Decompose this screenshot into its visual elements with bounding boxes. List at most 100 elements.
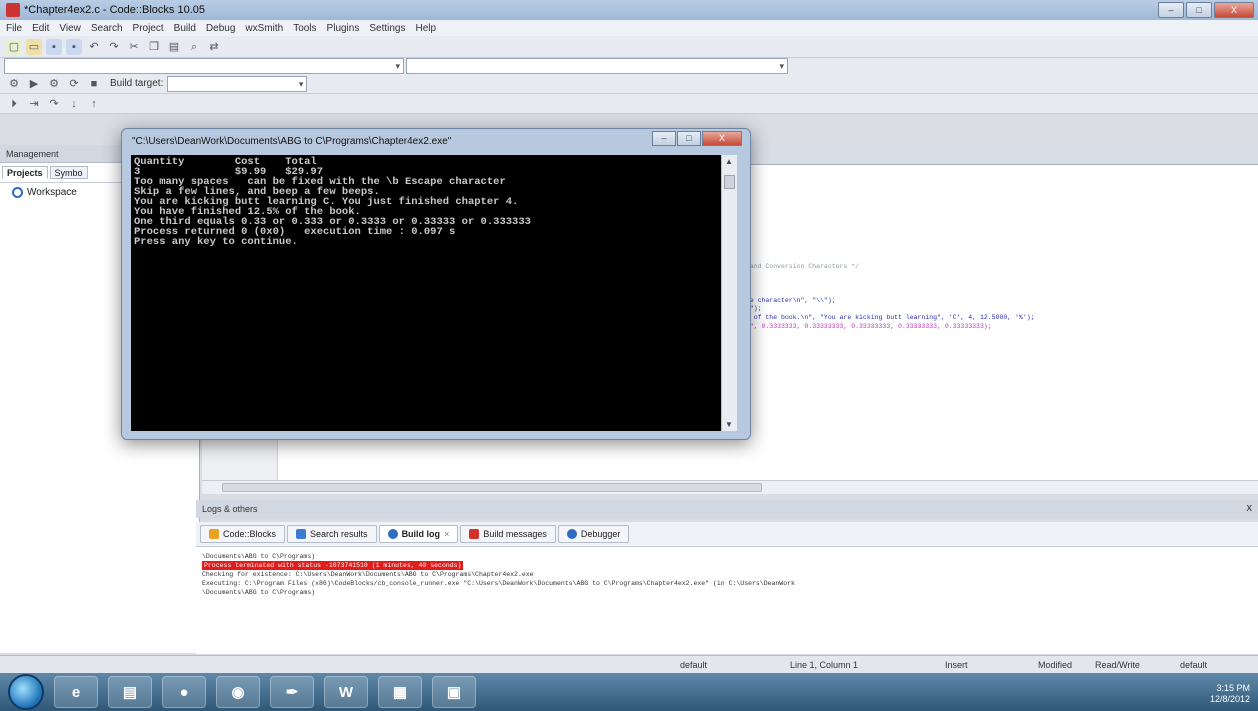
find-icon[interactable]: ⌕ (186, 39, 202, 55)
step-into-icon[interactable]: ↓ (66, 96, 82, 112)
step-out-icon[interactable]: ↑ (86, 96, 102, 112)
scope-combo[interactable]: ▾ (4, 58, 404, 74)
open-folder-icon[interactable]: ▭ (26, 38, 42, 55)
copy-icon[interactable]: ❐ (146, 39, 162, 55)
tab-label: Build messages (483, 529, 547, 539)
tab-build-messages[interactable]: Build messages (460, 525, 556, 543)
menu-plugins[interactable]: Plugins (327, 23, 360, 34)
menu-search[interactable]: Search (91, 23, 123, 34)
minimize-button[interactable]: – (1158, 2, 1184, 18)
logs-close-icon[interactable]: x (1247, 502, 1253, 514)
cut-icon[interactable]: ✂ (126, 39, 142, 55)
menu-file[interactable]: File (6, 23, 22, 34)
console-output: Quantity Cost Total 3 $9.99 $29.97 Too man… (131, 155, 721, 431)
log-line: \Documents\ABG to C\Programs) (202, 589, 316, 596)
log-line: Executing: C:\Program Files (x86)\CodeBl… (202, 580, 795, 587)
code-line: , and Conversion Characters */ (742, 263, 860, 270)
menu-wxsmith[interactable]: wxSmith (245, 23, 283, 34)
window-title: *Chapter4ex2.c - Code::Blocks 10.05 (24, 4, 205, 16)
logs-title: Logs & others (202, 504, 258, 514)
step-over-icon[interactable]: ↷ (46, 96, 62, 112)
close-tab-icon[interactable]: × (444, 529, 449, 539)
taskbar-console[interactable]: ▣ (432, 676, 476, 708)
tab-label: Search results (310, 529, 368, 539)
scroll-up-icon[interactable]: ▲ (725, 157, 733, 166)
scroll-down-icon[interactable]: ▼ (725, 420, 733, 429)
build-settings-icon[interactable]: ⚙ (6, 76, 22, 92)
system-tray-clock[interactable]: 3:15 PM 12/8/2012 (1210, 683, 1250, 705)
taskbar-chrome[interactable]: ◉ (216, 676, 260, 708)
console-window[interactable]: "C:\Users\DeanWork\Documents\ABG to C\Pr… (121, 128, 751, 440)
log-line: Checking for existence: C:\Users\DeanWor… (202, 571, 534, 578)
paste-icon[interactable]: ▤ (166, 39, 182, 55)
tab-search-results[interactable]: Search results (287, 525, 377, 543)
run-to-cursor-icon[interactable]: ⇥ (26, 96, 42, 112)
menu-settings[interactable]: Settings (369, 23, 405, 34)
editor-horizontal-scrollbar[interactable] (202, 480, 1258, 494)
menu-debug[interactable]: Debug (206, 23, 235, 34)
search-icon (296, 529, 307, 539)
close-button[interactable]: X (1214, 2, 1254, 18)
menu-help[interactable]: Help (416, 23, 437, 34)
build-run-icon[interactable]: ⚙ (46, 76, 62, 92)
new-file-icon[interactable]: ▢ (6, 38, 22, 55)
console-minimize-button[interactable]: – (652, 131, 676, 146)
taskbar-media[interactable]: ● (162, 676, 206, 708)
taskbar-ie[interactable]: e (54, 676, 98, 708)
workspace-icon (12, 187, 23, 198)
menu-view[interactable]: View (59, 23, 81, 34)
menu-build[interactable]: Build (174, 23, 196, 34)
console-close-button[interactable]: X (702, 131, 742, 146)
console-title-bar[interactable]: "C:\Users\DeanWork\Documents\ABG to C\Pr… (122, 129, 750, 153)
status-encoding: default (680, 660, 708, 670)
redo-icon[interactable]: ↷ (106, 39, 122, 55)
clock-date: 12/8/2012 (1209, 694, 1250, 704)
status-profile: default (1180, 660, 1208, 670)
build-target-select[interactable]: ▾ (167, 75, 308, 92)
console-scrollbar-thumb[interactable] (724, 175, 735, 189)
save-all-icon[interactable]: ▪ (66, 38, 82, 55)
debug-icon[interactable]: ⏵ (6, 96, 22, 112)
tab-projects[interactable]: Projects (2, 166, 48, 179)
status-position: Line 1, Column 1 (790, 660, 859, 670)
console-maximize-button[interactable]: □ (677, 131, 701, 146)
build-toolbar: ⚙ ▶ ⚙ ⟳ ■ Build target: ▾ (0, 74, 1258, 94)
menu-bar: File Edit View Search Project Build Debu… (0, 20, 1258, 36)
save-icon[interactable]: ▪ (46, 38, 62, 55)
menu-edit[interactable]: Edit (32, 23, 49, 34)
menu-project[interactable]: Project (133, 23, 164, 34)
taskbar-word[interactable]: W (324, 676, 368, 708)
status-modified: Modified (1038, 660, 1073, 670)
tab-debugger[interactable]: Debugger (557, 525, 630, 543)
scrollbar-thumb[interactable] (222, 483, 762, 492)
tab-codeblocks[interactable]: Code::Blocks (200, 525, 286, 543)
code-completion-bar: ▾ ▾ (0, 58, 1258, 74)
function-combo[interactable]: ▾ (406, 58, 788, 74)
tab-build-log[interactable]: Build log × (378, 525, 459, 543)
maximize-button[interactable]: □ (1186, 2, 1212, 18)
taskbar-explorer[interactable]: ▤ (108, 676, 152, 708)
code-line: he of the book.\n", "You are kicking but… (742, 314, 1035, 321)
taskbar-app[interactable]: ✒ (270, 676, 314, 708)
tab-label: Build log (401, 529, 441, 539)
taskbar-codeblocks[interactable]: ▦ (378, 676, 422, 708)
abort-icon[interactable]: ■ (86, 76, 102, 92)
main-title-bar: *Chapter4ex2.c - Code::Blocks 10.05 – □ … (0, 0, 1258, 20)
undo-icon[interactable]: ↶ (86, 39, 102, 55)
rebuild-icon[interactable]: ⟳ (66, 76, 82, 92)
codeblocks-app-icon (6, 3, 20, 17)
console-vertical-scrollbar[interactable]: ▲ ▼ (721, 155, 737, 431)
status-readwrite: Read/Write (1095, 660, 1140, 670)
build-messages-icon (469, 529, 480, 539)
tab-symbols[interactable]: Symbo (49, 166, 88, 179)
run-icon[interactable]: ▶ (26, 76, 42, 92)
replace-icon[interactable]: ⇄ (206, 39, 222, 55)
build-log-icon (387, 529, 398, 539)
tab-label: Debugger (580, 529, 621, 539)
code-line: \n", 0.3333333, 0.33333333, 0.33333333, … (742, 323, 992, 330)
console-title: "C:\Users\DeanWork\Documents\ABG to C\Pr… (132, 135, 452, 147)
start-button[interactable] (8, 674, 44, 710)
logs-header: Logs & others x (196, 500, 1258, 518)
console-line: Press any key to continue. (134, 236, 298, 248)
menu-tools[interactable]: Tools (293, 23, 316, 34)
